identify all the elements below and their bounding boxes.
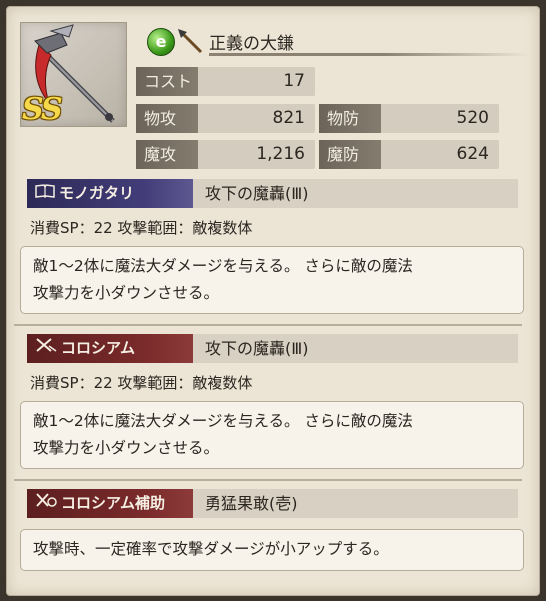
stat-mdef-label: 魔防 [319,140,381,169]
colosseum-skill-description: 敵1～2体に魔法大ダメージを与える。 さらに敵の魔法 攻撃力を小ダウンさせる。 [20,401,524,469]
story-skill-description: 敵1～2体に魔法大ダメージを与える。 さらに敵の魔法 攻撃力を小ダウンさせる。 [20,246,524,314]
stat-cost-value: 17 [283,71,305,91]
colosseum-skill-tag: コロシアム [27,334,193,363]
colosseum-skill-desc-line2: 攻撃力を小ダウンさせる。 [33,439,220,457]
colosseum-support-tag: コロシアム補助 [27,489,193,518]
colosseum-support-description: 攻撃時、一定確率で攻撃ダメージが小アップする。 [20,529,524,571]
stat-physical-attack: 物攻 821 [136,104,315,133]
colosseum-skill-desc-line1: 敵1～2体に魔法大ダメージを与える。 さらに敵の魔法 [33,412,413,430]
weapon-title-row: e 正義の大鎌 [147,27,537,57]
stat-pdef-label: 物防 [319,104,381,133]
rarity-badge: SS [22,92,63,127]
crossed-swords-icon [35,334,57,363]
story-skill-meta: 消費SP：22 攻撃範囲：敵複数体 [30,219,253,237]
element-icon: e [147,28,175,56]
stat-patk-label: 物攻 [136,104,198,133]
colosseum-skill-meta: 消費SP：22 攻撃範囲：敵複数体 [30,374,253,392]
stat-mdef-value: 624 [456,144,489,164]
spear-icon [178,29,203,54]
stat-physical-defense: 物防 520 [319,104,499,133]
stat-matk-value: 1,216 [256,144,305,164]
story-skill-name: 攻下の魔轟(Ⅲ) [193,179,518,208]
colosseum-support-name: 勇猛果敢(壱) [193,489,518,518]
section-divider [14,324,522,326]
title-underline [209,53,529,56]
story-skill-desc-line2: 攻撃力を小ダウンさせる。 [33,284,220,302]
support-swords-icon [35,489,57,518]
stat-patk-value: 821 [272,108,305,128]
weapon-name: 正義の大鎌 [209,34,294,54]
stat-magic-attack: 魔攻 1,216 [136,140,315,169]
colosseum-support-desc-line: 攻撃時、一定確率で攻撃ダメージが小アップする。 [33,540,389,558]
colosseum-skill-name: 攻下の魔轟(Ⅲ) [193,334,518,363]
story-skill-tag-label: モノガタリ [59,184,135,202]
colosseum-support-tag-label: コロシアム補助 [61,494,165,512]
story-skill-tag: モノガタリ [27,179,193,208]
section-divider [14,479,522,481]
colosseum-skill-tag-label: コロシアム [61,339,135,357]
stat-matk-label: 魔攻 [136,140,198,169]
book-icon [35,179,55,208]
stat-cost-label: コスト [136,67,198,96]
story-skill-desc-line1: 敵1～2体に魔法大ダメージを与える。 さらに敵の魔法 [33,257,413,275]
stat-cost: コスト 17 [136,67,315,96]
stat-pdef-value: 520 [456,108,489,128]
stat-magic-defense: 魔防 624 [319,140,499,169]
